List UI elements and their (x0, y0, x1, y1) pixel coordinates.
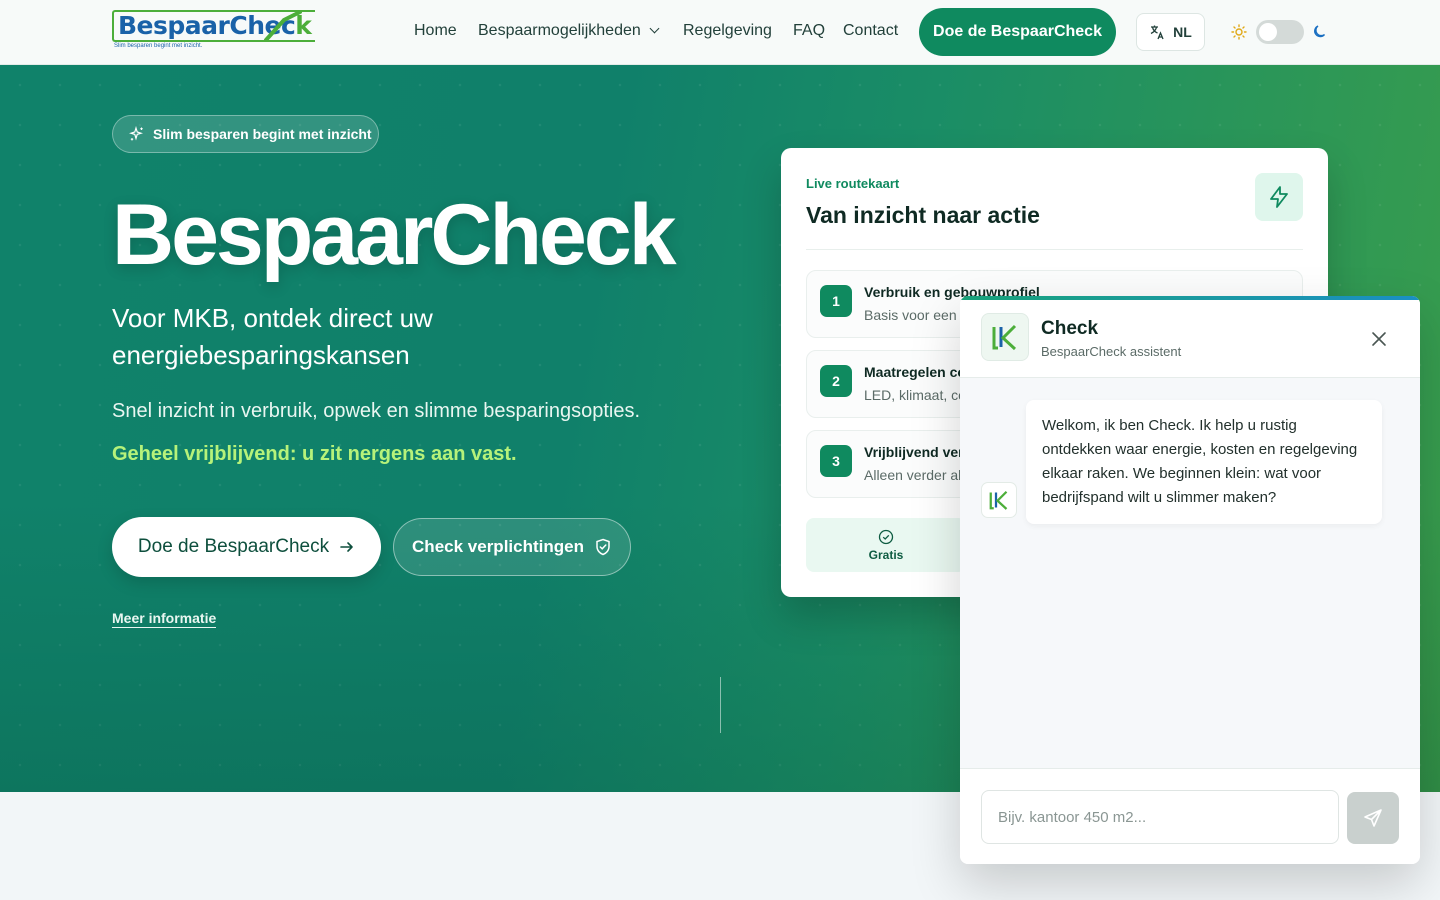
language-label: NL (1173, 24, 1192, 40)
card-kicker: Live routekaart (806, 176, 900, 191)
sparkle-icon (129, 126, 143, 141)
hero-badge: Slim besparen begint met inzicht (112, 115, 379, 153)
lightning-icon (1270, 186, 1288, 208)
nav-cta-button[interactable]: Doe de BespaarCheck (919, 8, 1116, 56)
chat-header: Check BespaarCheck assistent (960, 300, 1420, 378)
step-number: 2 (820, 365, 852, 397)
chat-footer (960, 768, 1420, 864)
hero-accent-text: Geheel vrijblijvend: u zit nergens aan v… (112, 443, 517, 465)
arrow-right-icon (340, 542, 353, 552)
more-info-link[interactable]: Meer informatie (112, 610, 217, 628)
card-divider (806, 249, 1303, 250)
feature-label: Gratis (868, 547, 904, 562)
check-logo-icon (989, 490, 1008, 510)
check-obligations-button[interactable]: Check verplichtingen (393, 518, 631, 576)
send-button[interactable] (1347, 792, 1399, 844)
start-bespaarcheck-button[interactable]: Doe de BespaarCheck (112, 517, 381, 577)
scroll-indicator (720, 677, 721, 733)
hero-subtitle: Voor MKB, ontdek direct uw energiebespar… (112, 303, 433, 370)
shield-check-icon (596, 538, 610, 556)
check-logo-icon (992, 324, 1017, 351)
nav-link-home[interactable]: Home (414, 22, 457, 40)
step-text: Basis voor een r (864, 307, 966, 323)
hero-description: Snel inzicht in verbruik, opwek en slimm… (112, 400, 641, 422)
hero-title: BespaarCheck (112, 187, 677, 283)
step-text: Alleen verder al (864, 467, 962, 483)
check-circle-icon (878, 529, 894, 544)
language-switch-button[interactable]: NL (1136, 13, 1205, 51)
step-title: Maatregelen co (864, 364, 966, 380)
step-number: 1 (820, 285, 852, 317)
nav-link-faq[interactable]: FAQ (793, 22, 825, 40)
logo-tagline: Slim besparen begint met inzicht. (114, 43, 203, 49)
nav-link-label: Bespaarmogelijkheden (478, 22, 641, 39)
translate-icon (1150, 25, 1164, 40)
assistant-message: Welkom, ik ben Check. Ik help u rustig o… (1026, 400, 1382, 524)
step-number: 3 (820, 445, 852, 477)
assistant-role: BespaarCheck assistent (1041, 344, 1182, 359)
nav-link-contact[interactable]: Contact (843, 22, 898, 40)
bespaarcheck-logo[interactable]: BespaarCheck Slim besparen begint met in… (112, 10, 316, 54)
nav-link-bespaarmogelijkheden[interactable]: Bespaarmogelijkheden (478, 22, 660, 40)
assistant-avatar (981, 313, 1029, 361)
theme-toggle[interactable] (1256, 20, 1304, 44)
step-text: LED, klimaat, co (864, 387, 966, 403)
step-title: Vrijblijvend ver (864, 444, 964, 460)
sun-icon (1231, 24, 1247, 40)
close-icon[interactable] (1370, 330, 1388, 348)
check-obligations-label: Check verplichtingen (412, 537, 584, 556)
start-bespaarcheck-label: Doe de BespaarCheck (137, 536, 330, 557)
logo-swoosh-icon (264, 10, 302, 42)
feature-free: Gratis (806, 518, 966, 572)
chevron-down-icon (649, 23, 660, 34)
card-icon-box (1255, 173, 1303, 221)
top-navigation: BespaarCheck Slim besparen begint met in… (0, 0, 1440, 65)
chat-widget: Check BespaarCheck assistent Welkom, ik … (960, 296, 1420, 864)
hero-badge-label: Slim besparen begint met inzicht (153, 126, 372, 142)
chat-input[interactable] (981, 790, 1339, 844)
send-icon (1364, 809, 1382, 827)
card-title: Van inzicht naar actie (806, 202, 1040, 228)
assistant-name: Check (1041, 318, 1099, 339)
message-avatar (981, 482, 1017, 518)
moon-icon (1314, 25, 1326, 38)
nav-link-regelgeving[interactable]: Regelgeving (683, 22, 772, 40)
